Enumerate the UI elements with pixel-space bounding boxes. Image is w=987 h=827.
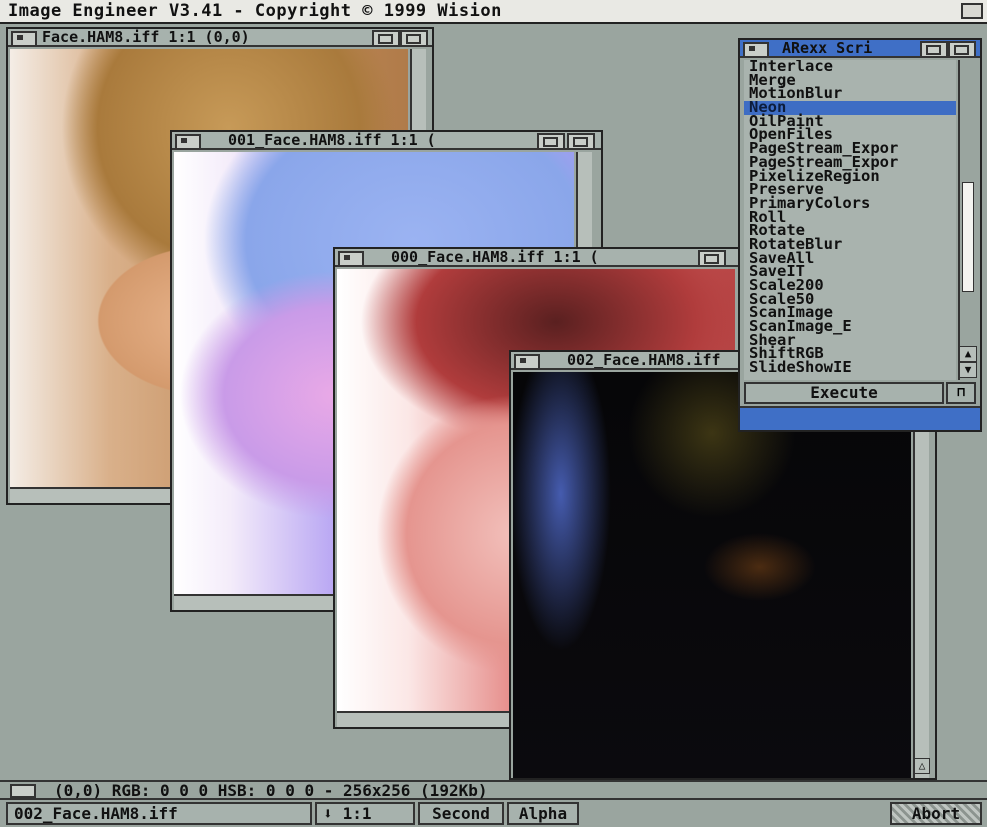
close-gadget-icon[interactable]: [175, 134, 201, 148]
close-gadget-icon[interactable]: [11, 31, 37, 45]
window-title: Face.HAM8.iff 1:1 (0,0): [42, 29, 250, 46]
screen-depth-gadget[interactable]: [961, 3, 983, 19]
window-title: 002_Face.HAM8.iff: [567, 352, 721, 369]
depth-gadget-icon[interactable]: [567, 133, 595, 148]
scroll-up-arrow-icon[interactable]: △: [914, 758, 930, 774]
status-bar: (0,0) RGB: 0 0 0 HSB: 0 0 0 - 256x256 (1…: [0, 780, 987, 800]
window-title: 000_Face.HAM8.iff 1:1 (: [391, 249, 599, 266]
scroll-knob[interactable]: [962, 182, 974, 292]
lock-icon[interactable]: ⊓: [946, 382, 976, 404]
arexx-script-item[interactable]: SlideShowIE: [744, 360, 956, 375]
vertical-scrollbar[interactable]: △: [913, 372, 930, 778]
execute-button[interactable]: Execute: [744, 382, 944, 404]
scroll-down-arrow-icon[interactable]: ▼: [959, 362, 977, 378]
close-gadget-icon[interactable]: [514, 354, 540, 368]
close-gadget-icon[interactable]: [338, 251, 364, 265]
window-title-bar[interactable]: 000_Face.HAM8.iff 1:1 (: [335, 249, 746, 267]
face-image-002-neon: [513, 372, 911, 778]
screen-title: Image Engineer V3.41 - Copyright © 1999 …: [8, 1, 502, 21]
window-title: 001_Face.HAM8.iff 1:1 (: [228, 132, 436, 149]
bottom-toolbar: 002_Face.HAM8.iff ⬇ 1:1 Second Alpha Abo…: [0, 800, 987, 827]
arexx-scripts-window[interactable]: ARexx Scri Interlace Merge MotionBlur Neon O…: [738, 38, 982, 432]
current-file-field[interactable]: 002_Face.HAM8.iff: [6, 802, 312, 825]
window-title-bar[interactable]: 001_Face.HAM8.iff 1:1 (: [172, 132, 601, 150]
zoom-selector[interactable]: ⬇ 1:1: [315, 802, 415, 825]
arexx-window-title: ARexx Scri: [782, 40, 873, 57]
down-arrow-icon: ⬇: [323, 804, 333, 823]
alpha-button[interactable]: Alpha: [507, 802, 579, 825]
depth-gadget-icon[interactable]: [400, 30, 428, 45]
arexx-script-list[interactable]: Interlace Merge MotionBlur Neon OilPaint Open…: [744, 60, 956, 380]
close-gadget-icon[interactable]: [10, 784, 36, 798]
window-title-bar[interactable]: Face.HAM8.iff 1:1 (0,0): [8, 29, 432, 47]
zoom-gadget-icon[interactable]: [372, 30, 400, 45]
depth-gadget-icon[interactable]: [948, 41, 976, 56]
arexx-list-scrollbar[interactable]: ▲ ▼: [958, 60, 977, 380]
close-gadget-icon[interactable]: [743, 42, 769, 56]
arexx-window-footer: [740, 406, 980, 430]
second-button[interactable]: Second: [418, 802, 504, 825]
screen-title-bar: Image Engineer V3.41 - Copyright © 1999 …: [0, 0, 987, 24]
zoom-label: 1:1: [342, 804, 372, 823]
status-readout: (0,0) RGB: 0 0 0 HSB: 0 0 0 - 256x256 (1…: [54, 781, 488, 800]
abort-button[interactable]: Abort: [890, 802, 982, 825]
zoom-gadget-icon[interactable]: [920, 41, 948, 56]
window-title-bar[interactable]: ARexx Scri: [740, 40, 980, 58]
zoom-gadget-icon[interactable]: [537, 133, 565, 148]
scroll-up-arrow-icon[interactable]: ▲: [959, 346, 977, 362]
zoom-gadget-icon[interactable]: [698, 250, 726, 265]
